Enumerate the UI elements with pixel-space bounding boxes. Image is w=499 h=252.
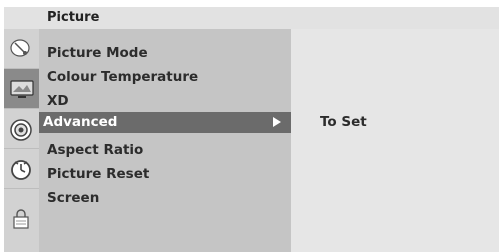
clock-icon [11, 160, 31, 180]
tv-menu-screen: Picture Picture Mode Colour Temperature … [0, 0, 499, 252]
submenu-panel: To Set [291, 29, 499, 252]
menu-item-screen[interactable]: Screen [47, 190, 99, 206]
menu-item-xd[interactable]: XD [47, 93, 69, 109]
menu-item-advanced[interactable]: Advanced [39, 112, 291, 133]
arrow-right-icon [273, 117, 281, 127]
category-station[interactable] [4, 29, 39, 69]
menu-item-colour-temperature[interactable]: Colour Temperature [47, 69, 198, 85]
to-set-label: To Set [320, 114, 367, 130]
menu-item-aspect-ratio[interactable]: Aspect Ratio [47, 142, 143, 158]
menu-item-picture-mode[interactable]: Picture Mode [47, 45, 148, 61]
speaker-icon [10, 119, 32, 141]
picture-menu-list: Picture Mode Colour Temperature XD Advan… [39, 29, 291, 252]
lock-icon [13, 209, 29, 229]
tv-screen-icon [10, 80, 34, 98]
menu-item-picture-reset[interactable]: Picture Reset [47, 166, 149, 182]
category-sound[interactable] [4, 109, 39, 149]
menu-title: Picture [47, 10, 100, 25]
satellite-dish-icon [10, 39, 30, 57]
title-bar: Picture [4, 7, 499, 29]
category-lock[interactable] [4, 189, 39, 252]
category-icon-column [4, 29, 39, 252]
category-time[interactable] [4, 149, 39, 189]
menu-item-advanced-label: Advanced [43, 114, 118, 130]
category-picture[interactable] [4, 69, 39, 109]
